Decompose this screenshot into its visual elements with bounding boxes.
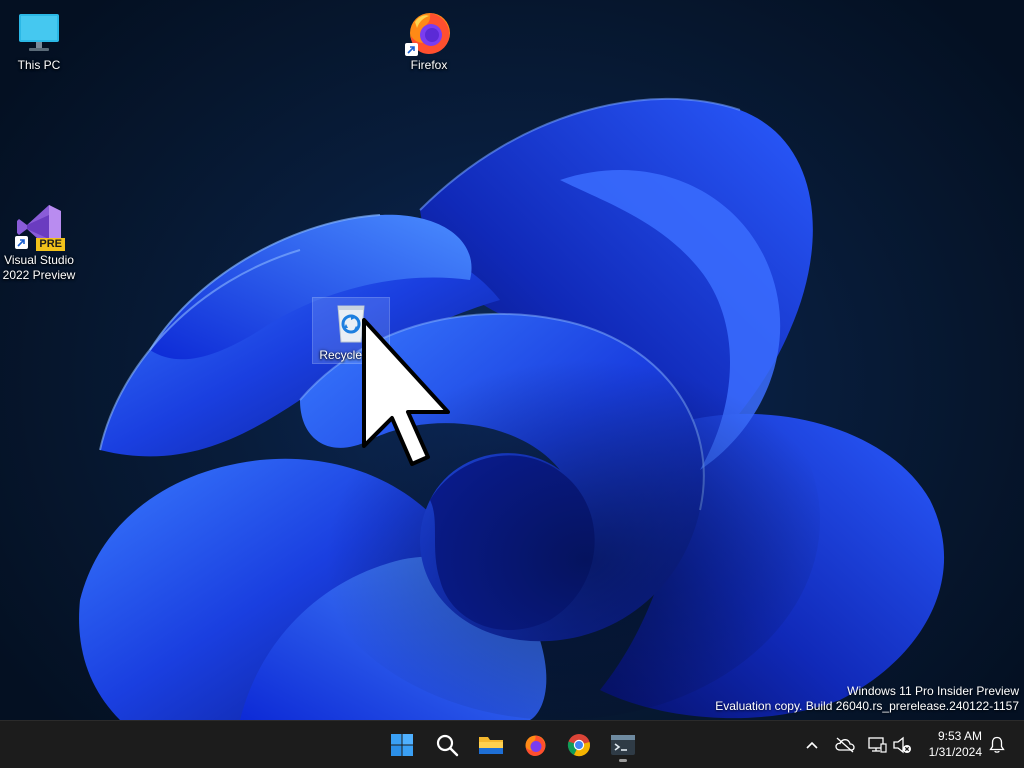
monitor-icon (15, 8, 63, 56)
desktop-icon-label: Firefox (410, 58, 448, 72)
network-icon (868, 737, 887, 753)
taskbar-firefox[interactable] (517, 727, 553, 763)
visual-studio-preview-icon: PRE (15, 203, 65, 251)
clock-time: 9:53 AM (937, 729, 982, 743)
firefox-icon (405, 8, 453, 56)
watermark-edition: Windows 11 Pro Insider Preview (847, 684, 1019, 698)
show-hidden-icons-button[interactable] (801, 734, 823, 756)
desktop[interactable]: This PC Firefox PRE Visual Studio 2022 P… (0, 0, 1024, 720)
mouse-cursor-icon (362, 318, 450, 466)
speaker-muted-icon (893, 736, 911, 754)
cloud-offline-icon (835, 737, 855, 753)
clock[interactable]: 9:53 AM 1/31/2024 (929, 728, 982, 760)
search-icon (436, 734, 459, 757)
desktop-icon-label: This PC (17, 58, 61, 72)
notification-bell-icon (989, 736, 1005, 753)
volume-tray-button[interactable] (891, 734, 913, 756)
preview-badge: PRE (36, 238, 65, 251)
windows-evaluation-watermark: Windows 11 Pro Insider Preview Evaluatio… (715, 684, 1019, 714)
running-indicator (619, 759, 627, 762)
taskbar-chrome[interactable] (561, 727, 597, 763)
start-button[interactable] (384, 727, 420, 763)
network-tray-button[interactable] (866, 734, 888, 756)
onedrive-tray-button[interactable] (834, 734, 856, 756)
chevron-up-icon (806, 741, 818, 749)
notification-center-button[interactable] (986, 734, 1008, 756)
folder-icon (479, 737, 503, 754)
wallpaper-bloom (79, 97, 945, 720)
windows-logo-icon (391, 734, 413, 756)
watermark-build: Evaluation copy. Build 26040.rs_prerelea… (715, 699, 1019, 713)
chrome-icon (567, 734, 590, 757)
taskbar-file-explorer[interactable] (473, 727, 509, 763)
desktop-icon-this-pc[interactable]: This PC (0, 8, 78, 73)
taskbar: 9:53 AM 1/31/2024 (0, 720, 1024, 768)
desktop-icon-visual-studio-preview[interactable]: PRE Visual Studio 2022 Preview (0, 203, 78, 283)
firefox-icon (525, 735, 546, 756)
desktop-icon-label: Visual Studio 2022 Preview (2, 253, 76, 282)
desktop-icon-firefox[interactable]: Firefox (390, 8, 468, 73)
shortcut-arrow-icon (15, 236, 28, 249)
search-button[interactable] (429, 727, 465, 763)
shortcut-arrow-icon (405, 43, 418, 56)
taskbar-terminal[interactable] (605, 727, 641, 763)
terminal-icon (611, 735, 635, 755)
clock-date: 1/31/2024 (928, 745, 982, 759)
